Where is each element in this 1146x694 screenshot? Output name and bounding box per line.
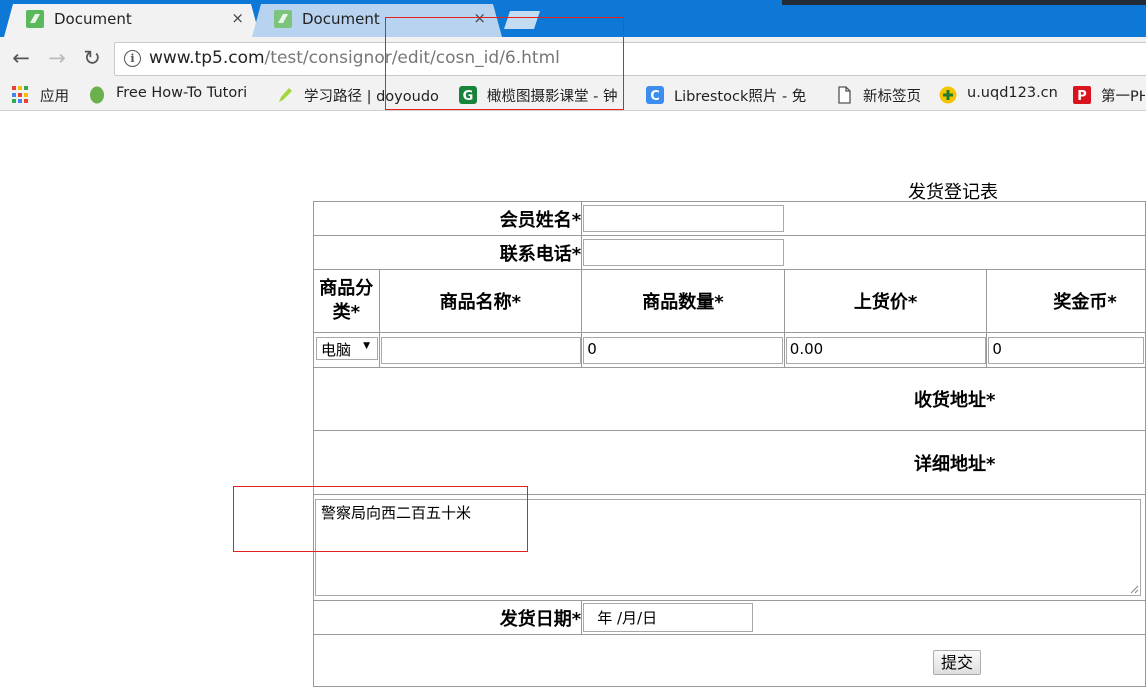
bookmark-uqd123[interactable]: u.uqd123.cn: [939, 84, 1064, 106]
bookmark-label: Free How-To Tutori: [116, 85, 248, 101]
document-favicon-icon: [26, 10, 44, 28]
pencil-icon: [279, 88, 292, 102]
header-quantity: 商品数量*: [581, 269, 785, 333]
bookmark-free-how-to[interactable]: Free How-To Tutori: [88, 84, 260, 106]
bookmark-label: 应用: [40, 89, 69, 105]
price-input[interactable]: 0.00: [785, 336, 986, 364]
bookmark-label: 第一PH: [1101, 89, 1145, 105]
ship-date-cell: 年 /月/日: [581, 600, 1146, 635]
address-highlight-box: [233, 486, 528, 552]
goods-row: 电脑 ▼ 0 0.00 0: [313, 332, 1146, 368]
receive-address-row: 收货地址*: [313, 367, 1146, 431]
goods-header-row: 商品分类* 商品名称* 商品数量* 上货价* 奖金币*: [313, 269, 1146, 333]
bookmark-librestock[interactable]: C Librestock照片 - 免: [646, 84, 822, 106]
close-tab-icon[interactable]: ×: [231, 9, 244, 27]
member-name-cell: [581, 201, 1146, 236]
url-highlight-box: [385, 17, 624, 110]
tab-document-active[interactable]: Document ×: [4, 4, 260, 37]
ship-date-label: 发货日期*: [312, 600, 583, 635]
goods-name-cell: [378, 332, 583, 368]
bookmark-label: Librestock照片 - 免: [674, 89, 807, 105]
category-cell: 电脑 ▼: [313, 332, 380, 368]
ship-date-input[interactable]: 年 /月/日: [583, 603, 754, 632]
bookmark-label: u.uqd123.cn: [967, 85, 1058, 101]
document-favicon-icon: [274, 10, 292, 28]
bonus-cell: 0: [986, 332, 1146, 368]
goods-name-input[interactable]: [380, 336, 581, 364]
ship-date-row: 发货日期* 年 /月/日: [312, 600, 1146, 635]
submit-cell: 提交: [313, 634, 1146, 687]
price-cell: 0.00: [783, 332, 988, 368]
url-host: www.tp5.com: [149, 48, 265, 68]
member-name-row: 会员姓名*: [312, 201, 1146, 236]
receive-address-label: 收货地址*: [313, 367, 1146, 431]
phone-label: 联系电话*: [312, 235, 583, 270]
bookmark-label: 新标签页: [863, 89, 921, 105]
tab-title: Document: [302, 10, 380, 28]
bonus-input[interactable]: 0: [988, 336, 1145, 364]
phone-input[interactable]: [583, 239, 785, 266]
header-category: 商品分类*: [313, 269, 380, 333]
header-goods-name: 商品名称*: [378, 269, 583, 333]
phone-cell: [581, 235, 1146, 270]
header-bonus: 奖金币*: [986, 269, 1146, 333]
tab-title: Document: [54, 10, 132, 28]
forward-button[interactable]: →: [44, 45, 70, 71]
address-bar[interactable]: i www.tp5.com/test/consignor/edit/cosn_i…: [114, 42, 1146, 76]
svg-text:C: C: [650, 89, 660, 104]
window-bar-dark: [782, 0, 1146, 5]
detail-address-row: 详细地址*: [313, 430, 1146, 495]
p-logo-icon: P: [1073, 86, 1091, 104]
c-logo-icon: C: [646, 86, 664, 104]
quantity-cell: 0: [581, 332, 785, 368]
plus-circle-icon: [939, 86, 957, 104]
header-price: 上货价*: [783, 269, 988, 333]
resize-handle-icon[interactable]: [1130, 585, 1139, 594]
quantity-input[interactable]: 0: [583, 336, 784, 364]
category-select[interactable]: 电脑 ▼: [316, 336, 378, 360]
category-selected: 电脑: [321, 340, 352, 359]
bookmark-apps[interactable]: 应用: [12, 84, 82, 106]
apps-grid-icon: [12, 86, 30, 104]
bookmark-first-php[interactable]: P 第一PH: [1073, 84, 1146, 106]
dropdown-arrow-icon: ▼: [363, 340, 370, 351]
info-icon[interactable]: i: [124, 50, 141, 67]
detail-address-label: 详细地址*: [313, 430, 1146, 495]
shipment-form: 会员姓名* 联系电话* 商品分类* 商品名称* 商品数量* 上货价* 奖金币* …: [312, 201, 1146, 687]
member-name-label: 会员姓名*: [312, 201, 583, 236]
reload-button[interactable]: ↻: [79, 45, 105, 71]
svg-text:P: P: [1077, 89, 1087, 104]
phone-row: 联系电话*: [312, 235, 1146, 270]
submit-row: 提交: [313, 634, 1146, 687]
leaf-icon: [90, 86, 104, 104]
page-icon: [838, 86, 851, 104]
back-button[interactable]: ←: [8, 45, 34, 71]
bookmark-new-tab[interactable]: 新标签页: [835, 84, 930, 106]
submit-button[interactable]: 提交: [933, 649, 982, 675]
member-name-input[interactable]: [583, 205, 785, 232]
